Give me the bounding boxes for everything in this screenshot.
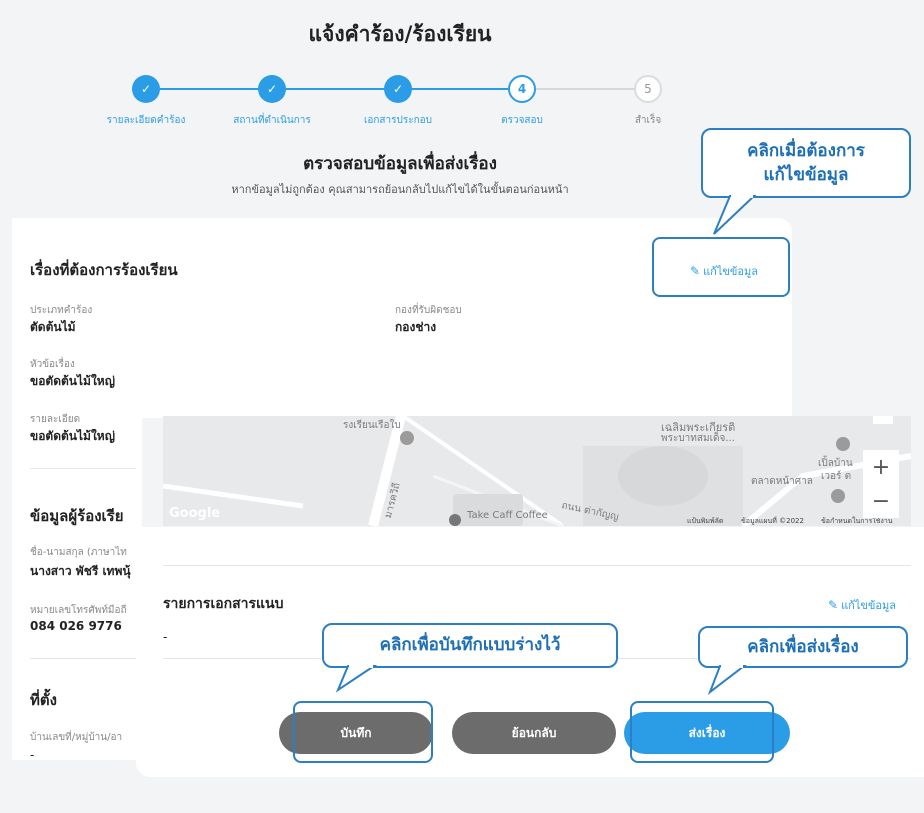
detail-value: ขอตัดต้นไม้ใหญ่: [30, 429, 115, 443]
step-connector: [522, 88, 648, 90]
step-2-check-icon: ✓: [258, 75, 286, 103]
section-divider: [30, 658, 136, 659]
map-pegman-icon[interactable]: [873, 416, 893, 424]
map-label-right-2: เวอร์ ต: [821, 471, 852, 482]
complaint-edit-link[interactable]: ✎ แก้ไขข้อมูล: [690, 262, 758, 280]
complainant-heading: ข้อมูลผู้ร้องเรีย: [30, 507, 124, 525]
zoom-out-button[interactable]: −: [863, 484, 899, 518]
map-label-park-2: พระบาทสมเด็จ...: [661, 433, 735, 444]
step-label-documents: เอกสารประกอบ: [363, 115, 433, 126]
review-title: ตรวจสอบข้อมูลเพื่อส่งเรื่อง: [303, 154, 497, 174]
submit-callout-tail: [707, 664, 747, 695]
edit-callout-tail: [713, 194, 757, 235]
google-logo: Google: [169, 506, 221, 521]
page-title: แจ้งคำร้อง/ร้องเรียน: [308, 22, 492, 46]
complaint-type-value: ตัดต้นไม้: [30, 320, 76, 334]
section-divider: [30, 468, 136, 469]
save-draft-callout: คลิกเพื่อบันทึกแบบร่างไว้: [322, 623, 618, 668]
step-1-check-icon: ✓: [132, 75, 160, 103]
location-map[interactable]: รงเรียนเรือใบ เฉลิมพระเกียรติ พระบาทสมเด…: [163, 416, 911, 526]
address-label: บ้านเลขที่/หมู่บ้าน/อา: [30, 732, 123, 743]
edit-pencil-icon: ✎: [828, 598, 839, 612]
attachments-edit-link[interactable]: ✎ แก้ไขข้อมูล: [828, 596, 896, 614]
edit-callout: คลิกเมื่อต้องการ แก้ไขข้อมูล: [701, 128, 911, 198]
map-shortcuts-link[interactable]: แป้นพิมพ์ลัด: [687, 516, 723, 526]
attachments-value: -: [163, 630, 168, 644]
name-value: นางสาว พัชรี เทพนุ้: [30, 564, 131, 578]
edit-link-label: แก้ไขข้อมูล: [703, 265, 758, 278]
submit-callout: คลิกเพื่อส่งเรื่อง: [698, 626, 908, 668]
step-label-details: รายละเอียดคำร้อง: [106, 115, 186, 126]
map-data-credit: ข้อมูลแผนที่ ©2022: [741, 517, 804, 525]
subject-value: ขอตัดต้นไม้ใหญ่: [30, 374, 115, 388]
edit-link-label: แก้ไขข้อมูล: [841, 599, 896, 612]
save-highlight-box: [293, 701, 433, 763]
map-label-market: ตลาดหน้าศาล: [751, 476, 813, 487]
save-draft-callout-tail: [335, 664, 378, 693]
submit-highlight-box: [630, 701, 774, 763]
division-value: กองช่าง: [395, 320, 437, 334]
step-label-location: สถานที่ดำเนินการ: [233, 115, 311, 126]
step-label-success: สำเร็จ: [634, 115, 662, 126]
attachments-heading: รายการเอกสารแนบ: [163, 596, 284, 612]
step-connector: [272, 88, 398, 90]
phone-label: หมายเลขโทรศัพท์มือถื: [30, 605, 127, 616]
back-button[interactable]: ย้อนกลับ: [452, 712, 616, 754]
review-subtitle: หากข้อมูลไม่ถูกต้อง คุณสามารถย้อนกลับไปแ…: [231, 183, 569, 196]
step-3-check-icon: ✓: [384, 75, 412, 103]
name-label: ชื่อ-นามสกุล (ภาษาไท: [30, 547, 127, 558]
address-value: -: [30, 748, 35, 762]
step-4-indicator: 4: [508, 75, 536, 103]
subject-label: หัวข้อเรื่อง: [30, 359, 75, 370]
map-label-cafe: Take Caff Coffee: [467, 510, 548, 521]
step-label-review: ตรวจสอบ: [501, 115, 543, 126]
detail-label: รายละเอียด: [30, 414, 81, 425]
step-connector: [398, 88, 522, 90]
division-label: กองที่รับผิดชอบ: [395, 305, 462, 316]
phone-value: 084 026 9776: [30, 619, 122, 633]
step-5-indicator: 5: [634, 75, 662, 103]
step-connector: [146, 88, 270, 90]
complaint-type-label: ประเภทคำร้อง: [30, 305, 93, 316]
location-heading: ที่ตั้ง: [30, 691, 57, 709]
section-divider: [163, 565, 911, 566]
zoom-in-button[interactable]: +: [863, 450, 899, 484]
edit-pencil-icon: ✎: [690, 264, 701, 278]
map-label-school: รงเรียนเรือใบ: [343, 420, 401, 431]
complaint-heading: เรื่องที่ต้องการร้องเรียน: [30, 261, 178, 279]
